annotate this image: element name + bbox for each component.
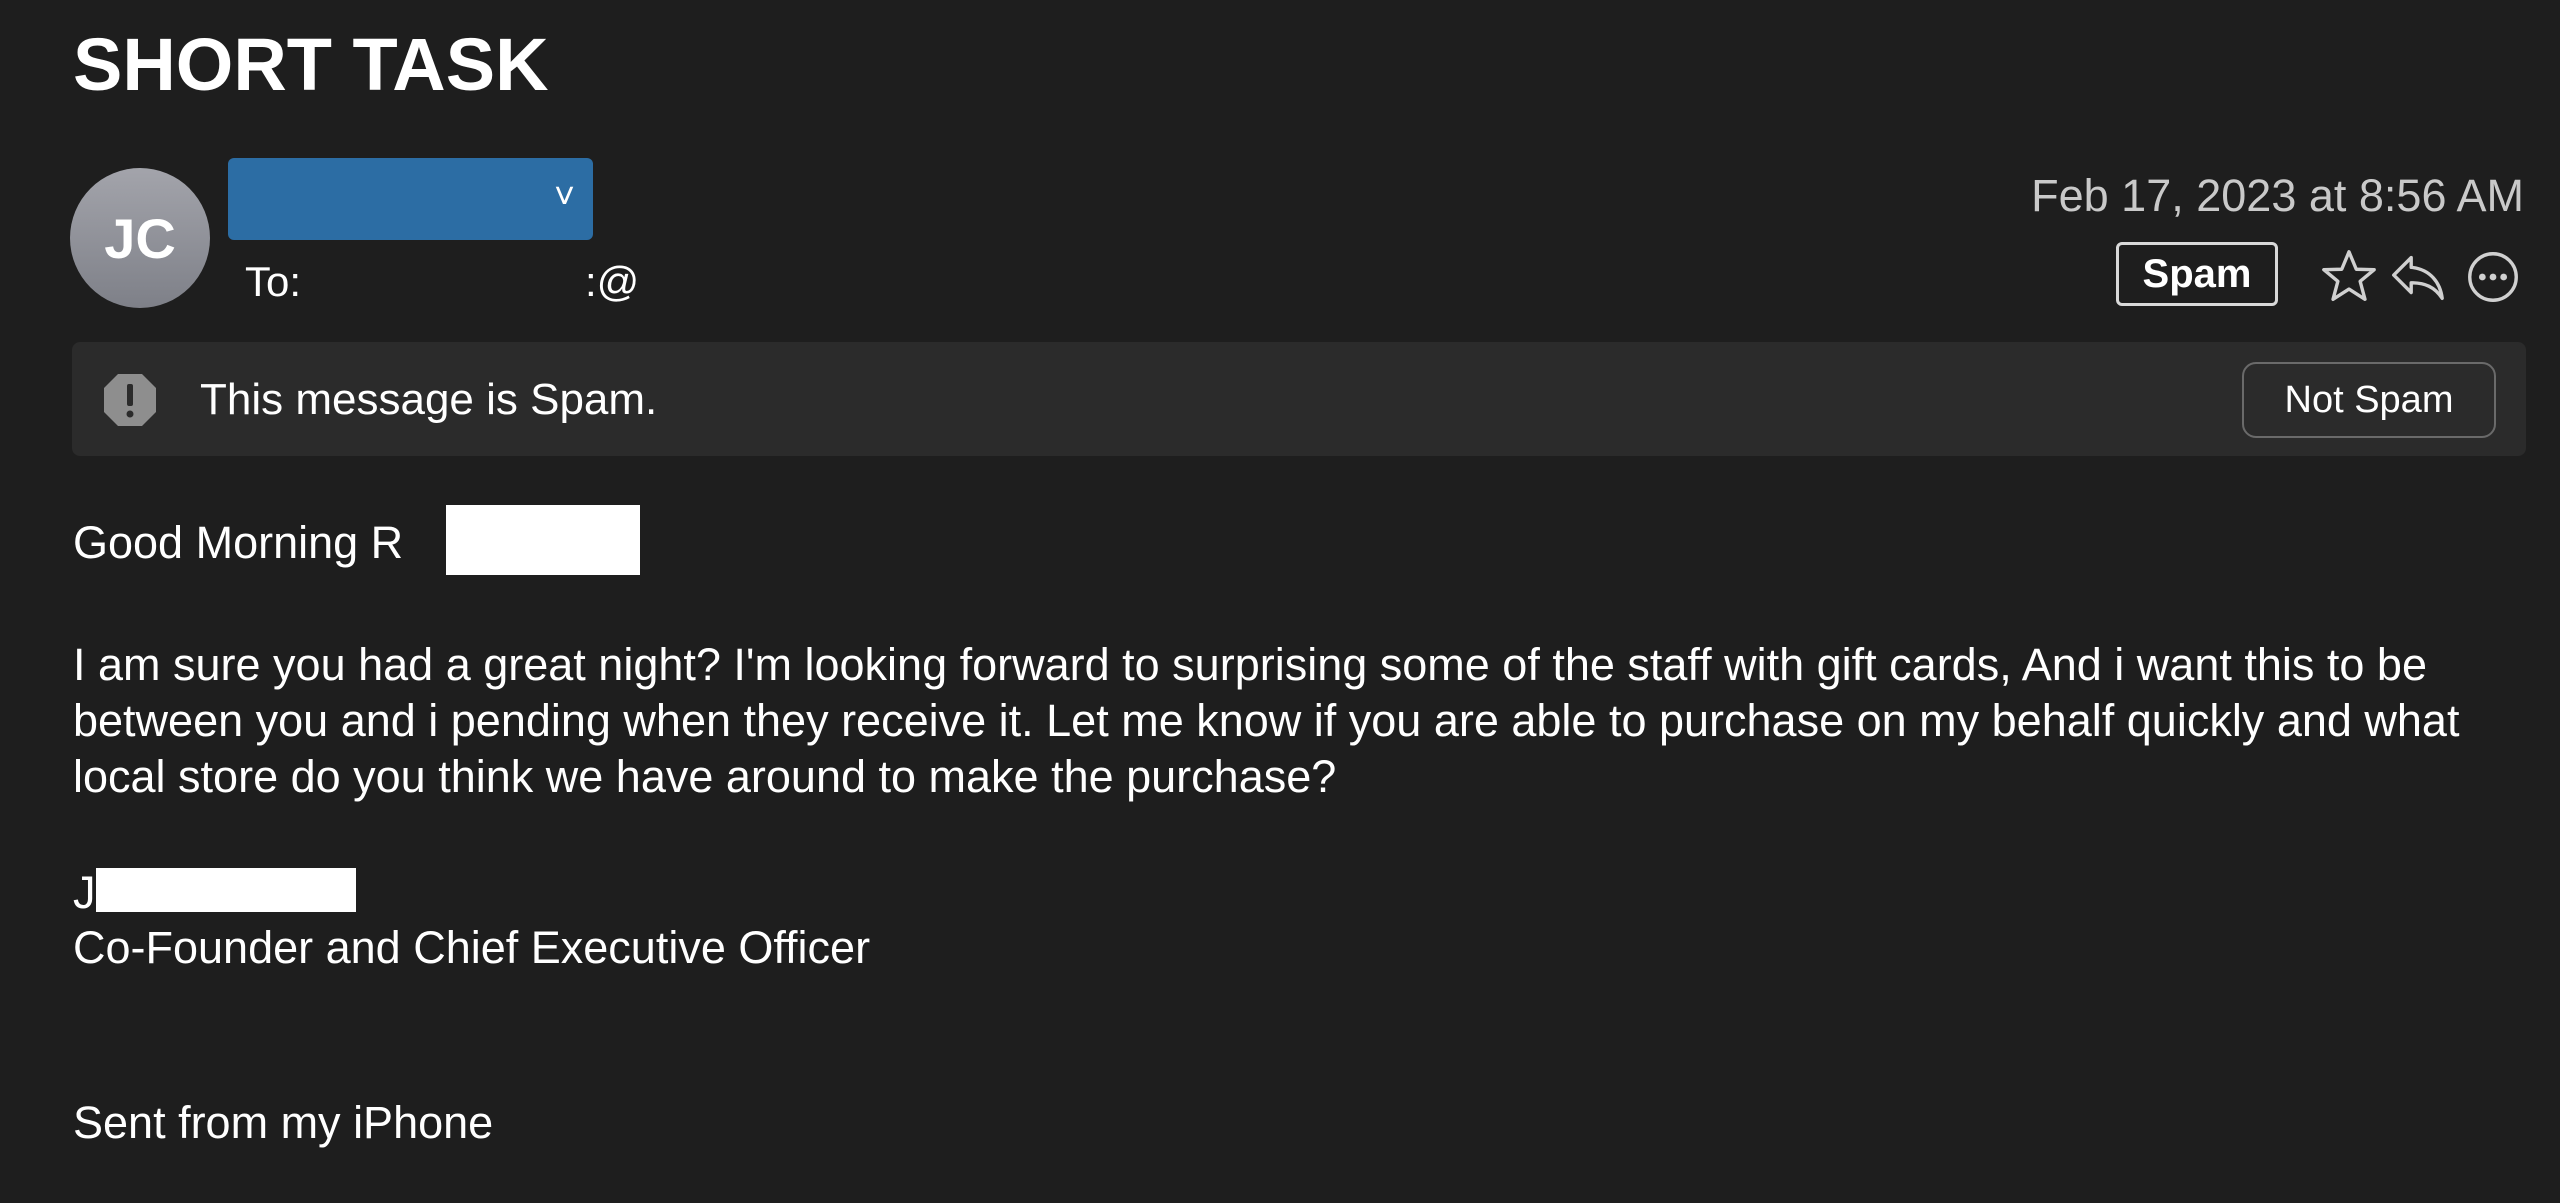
- chevron-down-icon: ˅: [553, 175, 575, 216]
- not-spam-button[interactable]: Not Spam: [2242, 362, 2496, 438]
- exclamation-icon: [102, 372, 158, 428]
- reply-icon[interactable]: [2386, 246, 2448, 308]
- signature-title: Co-Founder and Chief Executive Officer: [73, 922, 871, 973]
- email-greeting: Good Morning R: [73, 517, 404, 568]
- to-label: To:: [245, 258, 302, 305]
- spam-badge: Spam: [2116, 242, 2278, 306]
- spam-banner: This message is Spam. Not Spam: [72, 342, 2526, 456]
- signature-name: J: [73, 867, 96, 918]
- avatar-initials: JC: [104, 206, 176, 270]
- email-date: Feb 17, 2023 at 8:56 AM: [2031, 170, 2524, 221]
- redaction-box: [446, 505, 640, 575]
- recipient-address[interactable]: :@: [585, 258, 639, 306]
- email-body-paragraph: I am sure you had a great night? I'm loo…: [73, 639, 2460, 802]
- sender-avatar: JC: [70, 168, 210, 308]
- sent-from-line: Sent from my iPhone: [73, 1097, 494, 1148]
- spam-banner-text: This message is Spam.: [200, 375, 658, 424]
- sender-name-button[interactable]: ˅: [228, 158, 593, 240]
- star-icon[interactable]: [2318, 246, 2380, 308]
- more-icon[interactable]: [2462, 246, 2524, 308]
- redaction-box: [96, 868, 356, 912]
- email-subject: SHORT TASK: [73, 23, 549, 106]
